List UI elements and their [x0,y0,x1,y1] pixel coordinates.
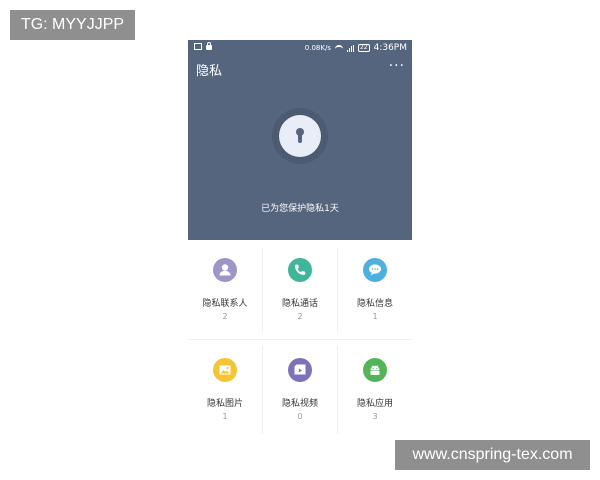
privacy-lock-button[interactable] [272,108,328,164]
lock-notification-icon [206,42,212,50]
page-title: 隐私 [196,64,223,79]
item-label: 隐私图片 [206,399,243,409]
item-label: 隐私应用 [356,399,393,409]
item-count: 1 [222,412,228,421]
phone-screen: 0.08K/s 22 4:36PM 隐私 ··· 已为您保护隐私1天 隐私联系人… [188,40,412,440]
watermark-bottom-right: www.cnspring-tex.com [395,440,590,470]
phone-icon [288,258,312,282]
item-count: 1 [372,312,378,321]
privacy-messages-item[interactable]: 隐私信息 1 [338,240,412,340]
signal-icon [346,44,354,52]
item-count: 2 [222,312,228,321]
wifi-icon [334,45,343,51]
privacy-calls-item[interactable]: 隐私通话 2 [263,240,337,340]
item-label: 隐私信息 [356,299,393,309]
privacy-videos-item[interactable]: 隐私视频 0 [263,340,337,440]
more-options-icon[interactable]: ··· [389,58,405,74]
item-label: 隐私通话 [281,299,318,309]
battery-icon: 22 [357,44,370,52]
status-bar: 0.08K/s 22 4:36PM [188,40,412,56]
keyhole-icon [279,115,321,157]
video-icon [288,358,312,382]
privacy-contacts-item[interactable]: 隐私联系人 2 [188,240,262,340]
status-time: 4:36PM [373,43,407,53]
item-count: 0 [297,412,303,421]
item-count: 3 [372,412,378,421]
network-speed: 0.08K/s [304,44,331,52]
item-count: 2 [297,312,303,321]
image-notification-icon [194,43,202,50]
android-icon [363,358,387,382]
privacy-header: 0.08K/s 22 4:36PM 隐私 ··· 已为您保护隐私1天 [188,40,412,240]
watermark-top-left: TG: MYYJJPP [10,10,135,40]
privacy-apps-item[interactable]: 隐私应用 3 [338,340,412,440]
contact-icon [213,258,237,282]
message-icon [363,258,387,282]
privacy-pictures-item[interactable]: 隐私图片 1 [188,340,262,440]
picture-icon [213,358,237,382]
item-label: 隐私联系人 [202,299,248,309]
privacy-category-grid: 隐私联系人 2 隐私通话 2 隐私信息 1 隐私图片 1 隐私视频 0 隐私应用… [188,240,412,440]
protect-status-text: 已为您保护隐私1天 [261,204,339,214]
item-label: 隐私视频 [281,399,318,409]
